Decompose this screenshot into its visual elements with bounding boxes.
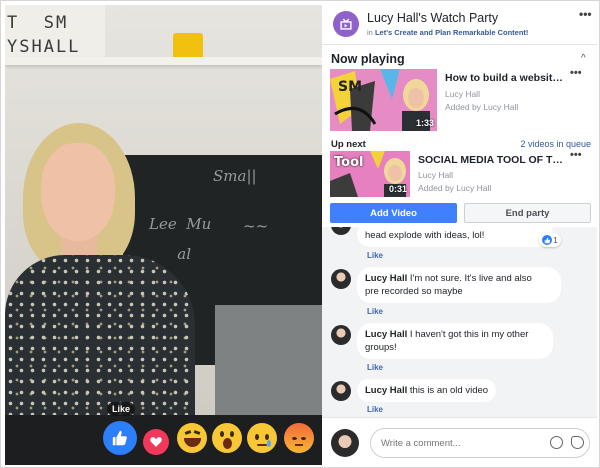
avatar[interactable]: [331, 381, 351, 401]
group-link[interactable]: Let's Create and Plan Remarkable Content…: [375, 28, 529, 37]
person-face: [41, 143, 115, 241]
comment-text: this is an old video: [409, 385, 489, 396]
up-next-thumbnail[interactable]: Tool 0:31: [330, 151, 410, 197]
up-next-title[interactable]: SOCIAL MEDIA TOOL OF TH...: [418, 154, 568, 166]
angry-reaction-icon[interactable]: [284, 423, 314, 453]
watch-party-panel: Lucy Hall's Watch Party in Let's Create …: [322, 5, 597, 465]
screenshot-frame: T SM YSHALL Sma|| Lee Mu ~~ al Like Lucy…: [0, 0, 600, 468]
shelf: [5, 57, 322, 65]
video-player[interactable]: T SM YSHALL Sma|| Lee Mu ~~ al Like: [5, 5, 322, 465]
comment-author[interactable]: Lucy Hall: [365, 273, 407, 284]
video-frame: T SM YSHALL Sma|| Lee Mu ~~ al: [5, 5, 322, 415]
header-more-icon[interactable]: •••: [579, 7, 592, 21]
party-header: Lucy Hall's Watch Party in Let's Create …: [322, 5, 597, 45]
dress-pattern: [5, 255, 195, 415]
comment-like-link[interactable]: Like: [367, 307, 383, 316]
comment-bubble: Lucy Hall I'm not sure. It's live and al…: [357, 267, 561, 303]
comment-text: I haven't got this in my other: [409, 329, 529, 340]
up-next-more-icon[interactable]: •••: [570, 149, 582, 161]
avatar[interactable]: [331, 269, 351, 289]
comment-text-line2: pre recorded so maybe: [365, 286, 463, 297]
sticker-icon[interactable]: [571, 436, 584, 449]
emoji-icon[interactable]: [550, 436, 563, 449]
party-group-line: in Let's Create and Plan Remarkable Cont…: [367, 28, 528, 37]
up-next-card[interactable]: Tool 0:31 SOCIAL MEDIA TOOL OF TH... Luc…: [330, 149, 589, 197]
party-title: Lucy Hall's Watch Party: [367, 11, 499, 25]
comment-text: I'm not sure. It's live and also: [409, 273, 532, 284]
like-icon: [542, 235, 553, 245]
comment-author[interactable]: Lucy Hall: [365, 329, 407, 340]
sad-reaction-icon[interactable]: [247, 423, 277, 453]
now-playing-added-by: Added by Lucy Hall: [445, 102, 519, 112]
up-next-thumb-text: Tool: [334, 155, 364, 170]
comment-like-link[interactable]: Like: [367, 251, 383, 260]
comment-bubble: head explode with ideas, lol!: [357, 227, 553, 247]
comment-text: head explode with ideas, lol!: [365, 230, 485, 241]
comment-composer: [322, 417, 597, 465]
now-playing-more-icon[interactable]: •••: [570, 67, 582, 79]
up-next-heading: Up next: [331, 139, 366, 150]
add-video-button[interactable]: Add Video: [330, 203, 457, 223]
haha-reaction-icon[interactable]: [177, 423, 207, 453]
avatar[interactable]: [331, 227, 351, 235]
comment-like-link[interactable]: Like: [367, 405, 383, 414]
chair: [215, 305, 322, 415]
now-playing-title[interactable]: How to build a website...: [445, 72, 563, 84]
up-next-channel: Lucy Hall: [418, 170, 453, 180]
now-playing-duration: 1:33: [415, 118, 434, 128]
comment-bubble: Lucy Hall I haven't got this in my other…: [357, 323, 553, 359]
avatar: [331, 429, 359, 457]
yellow-object: [173, 33, 203, 57]
love-reaction-icon[interactable]: [143, 429, 169, 455]
end-party-button[interactable]: End party: [464, 203, 591, 223]
now-playing-channel: Lucy Hall: [445, 89, 480, 99]
reaction-count: 1: [553, 235, 558, 245]
watch-party-icon: [333, 11, 359, 37]
now-playing-card[interactable]: SM 1:33 How to build a website... Lucy H…: [330, 67, 589, 131]
now-playing-heading: Now playing: [331, 52, 405, 66]
comments-list[interactable]: head explode with ideas, lol! 1 Like Luc…: [322, 227, 597, 417]
reaction-count-badge[interactable]: 1: [539, 233, 561, 247]
comment-bubble: Lucy Hall this is an old video: [357, 379, 497, 402]
like-tooltip: Like: [107, 402, 136, 416]
comment-text-line2: groups!: [365, 342, 397, 353]
comment-author[interactable]: Lucy Hall: [365, 385, 407, 396]
lightbox-sign: T SM YSHALL: [5, 5, 105, 57]
lightbox-text: T SM YSHALL: [7, 13, 81, 57]
comment-like-link[interactable]: Like: [367, 363, 383, 372]
like-reaction-icon[interactable]: [103, 421, 137, 455]
up-next-duration: 0:31: [388, 184, 407, 194]
chevron-up-icon[interactable]: ^: [581, 53, 586, 64]
svg-text:SM: SM: [338, 79, 362, 95]
group-prefix: in: [367, 28, 373, 37]
now-playing-thumbnail[interactable]: SM 1:33: [330, 69, 437, 131]
wow-reaction-icon[interactable]: [212, 423, 242, 453]
up-next-added-by: Added by Lucy Hall: [418, 183, 492, 193]
queue-link[interactable]: 2 videos in queue: [520, 139, 591, 149]
avatar[interactable]: [331, 325, 351, 345]
